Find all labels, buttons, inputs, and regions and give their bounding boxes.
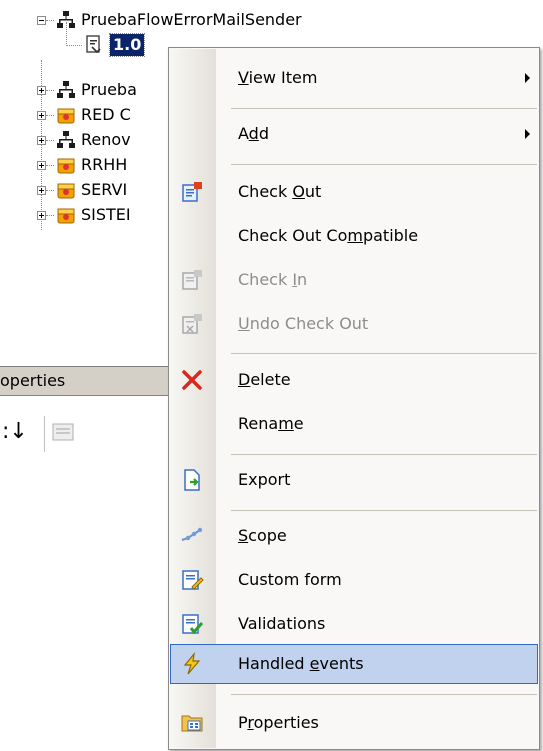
collapse-icon[interactable] [37, 16, 46, 25]
menu-item-delete[interactable]: Delete [170, 360, 538, 400]
toolbar-separator [44, 416, 46, 452]
menu-item-label: Rename [238, 414, 304, 433]
menu-separator [231, 353, 537, 354]
menu-item-check-in[interactable]: Check In [170, 260, 538, 300]
menu-item-properties[interactable]: Properties [170, 703, 538, 743]
flow-icon [57, 81, 75, 98]
package-folder-icon [57, 158, 75, 174]
menu-separator [231, 454, 537, 455]
tree-node-label: Prueba [81, 80, 137, 99]
menu-item-scope[interactable]: Scope [170, 516, 538, 556]
menu-separator [231, 510, 537, 511]
sort-arrow-icon[interactable]: :↓ [2, 421, 28, 443]
check-out-icon [182, 182, 202, 202]
menu-item-label: Undo Check Out [238, 314, 369, 333]
scope-icon [181, 527, 203, 541]
tree-node-flow[interactable]: PruebaFlowErrorMailSender [0, 9, 420, 31]
package-folder-icon [57, 108, 75, 124]
tree-node-label: RRHH [81, 155, 128, 174]
handled-events-icon [183, 652, 201, 675]
expand-icon[interactable] [37, 136, 46, 145]
tree-node-renov[interactable]: Renov [0, 129, 168, 151]
submenu-arrow-icon [525, 129, 530, 139]
menu-item-label: Add [238, 124, 269, 143]
check-in-icon [182, 270, 202, 290]
properties-panel-title: operties [0, 371, 66, 390]
menu-item-check-out-compatible[interactable]: Check Out Compatible [170, 216, 538, 256]
property-pages-icon[interactable] [51, 422, 75, 442]
menu-item-rename[interactable]: Rename [170, 404, 538, 444]
menu-item-handled-events[interactable]: Handled events [170, 644, 538, 684]
tree-node-label: RED C [81, 105, 131, 124]
expand-icon[interactable] [37, 186, 46, 195]
menu-item-label: Scope [238, 526, 287, 545]
export-icon [184, 469, 200, 491]
tree-node-label: Renov [81, 130, 131, 149]
menu-item-check-out[interactable]: Check Out [170, 172, 538, 212]
properties-toolbar: :↓ [0, 396, 170, 486]
menu-item-undo-check-out[interactable]: Undo Check Out [170, 304, 538, 344]
tree-node-label: SISTEI [81, 205, 131, 224]
menu-item-label: Handled events [238, 654, 364, 673]
custom-form-icon [182, 570, 204, 590]
expand-icon[interactable] [37, 211, 46, 220]
tree-node-label: SERVI [81, 180, 128, 199]
menu-separator [231, 694, 537, 695]
menu-item-export[interactable]: Export [170, 460, 538, 500]
menu-item-label: View Item [238, 68, 318, 87]
menu-item-label: Properties [238, 713, 319, 732]
menu-separator [231, 164, 537, 165]
package-folder-icon [57, 208, 75, 224]
validations-icon [182, 614, 204, 635]
menu-item-label: Check Out Compatible [238, 226, 419, 245]
menu-item-view-item[interactable]: View Item [170, 58, 538, 98]
submenu-arrow-icon [525, 73, 530, 83]
tree-node-sistei[interactable]: SISTEI [0, 204, 168, 226]
tree-node-label-selected: 1.0 [108, 33, 146, 57]
expand-icon[interactable] [37, 161, 46, 170]
menu-item-label: Validations [238, 614, 326, 633]
delete-icon [182, 370, 202, 390]
menu-item-label: Check In [238, 270, 308, 289]
menu-separator [231, 108, 537, 109]
context-menu[interactable]: View Item Add Check Out Check Out Compat… [168, 47, 540, 750]
expand-icon[interactable] [37, 111, 46, 120]
expand-icon[interactable] [37, 86, 46, 95]
menu-item-label: Delete [238, 370, 291, 389]
menu-item-label: Custom form [238, 570, 342, 589]
tree-node-prueba[interactable]: Prueba [0, 79, 168, 101]
menu-item-label: Export [238, 470, 291, 489]
menu-item-label: Check Out [238, 182, 322, 201]
tree-node-servi[interactable]: SERVI [0, 179, 168, 201]
properties-panel-header: operties [0, 366, 170, 396]
properties-icon [181, 715, 203, 732]
tree-node-label: PruebaFlowErrorMailSender [81, 10, 302, 29]
undo-check-out-icon [182, 314, 202, 334]
version-icon [86, 35, 101, 54]
menu-item-validations[interactable]: Validations [170, 604, 538, 644]
package-folder-icon [57, 183, 75, 199]
flow-icon [57, 131, 75, 148]
tree-node-rrhh[interactable]: RRHH [0, 154, 168, 176]
tree-node-red[interactable]: RED C [0, 104, 168, 126]
menu-item-add[interactable]: Add [170, 114, 538, 154]
menu-item-custom-form[interactable]: Custom form [170, 560, 538, 600]
